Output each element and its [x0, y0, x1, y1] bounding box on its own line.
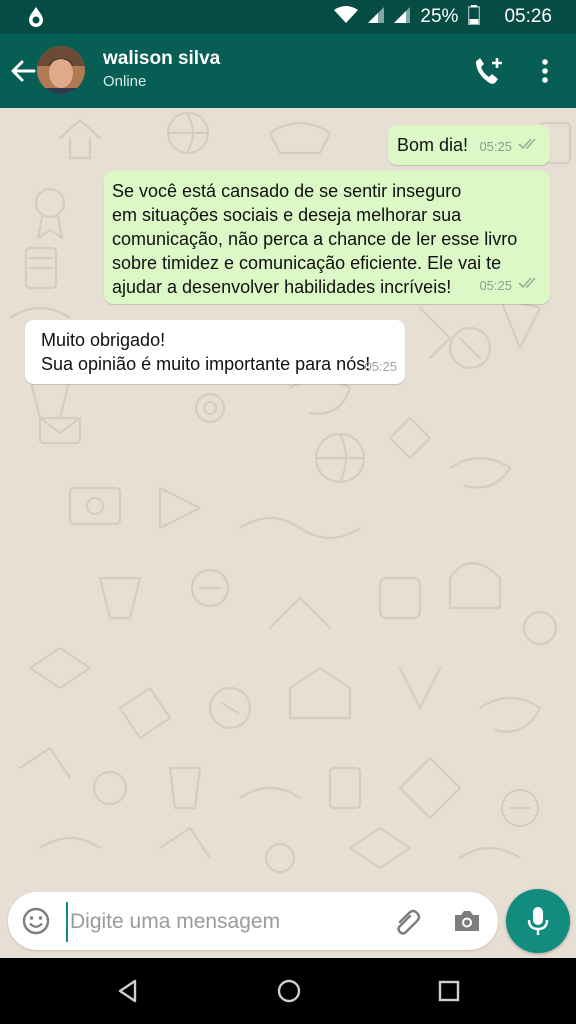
- avatar[interactable]: [37, 46, 85, 94]
- message-meta: 05:25: [479, 274, 540, 298]
- battery-icon: [468, 4, 481, 30]
- app-notification-icon: [26, 6, 46, 33]
- contact-status: Online: [103, 73, 147, 90]
- nav-home-icon[interactable]: [276, 978, 302, 1004]
- battery-percent: 25%: [420, 6, 459, 27]
- add-call-icon[interactable]: [471, 54, 507, 88]
- mic-icon: [527, 907, 549, 935]
- system-nav-bar: [0, 958, 576, 1024]
- message-meta: 05:25: [364, 355, 397, 379]
- double-check-icon: [518, 135, 540, 159]
- status-time: 05:26: [504, 6, 552, 27]
- chat-area[interactable]: Bom dia! 05:25 Se você está cansado de s…: [0, 108, 576, 888]
- mic-button[interactable]: [506, 889, 570, 953]
- attach-icon[interactable]: [392, 906, 422, 936]
- message-time: 05:25: [364, 359, 397, 374]
- message-composer: [8, 892, 498, 950]
- double-check-icon: [518, 274, 540, 298]
- message-text: Muito obrigado! Sua opinião é muito impo…: [41, 330, 371, 374]
- message-meta: 05:25: [479, 135, 540, 159]
- message-bubble-incoming[interactable]: Muito obrigado! Sua opinião é muito impo…: [25, 320, 405, 384]
- message-time: 05:25: [479, 139, 512, 154]
- message-text: Bom dia!: [397, 135, 469, 155]
- emoji-icon[interactable]: [21, 906, 51, 936]
- signal-icon: [368, 6, 385, 28]
- signal-icon: [394, 6, 411, 28]
- nav-back-icon[interactable]: [115, 978, 141, 1004]
- camera-icon[interactable]: [452, 907, 482, 935]
- message-time: 05:25: [479, 278, 512, 293]
- wifi-icon: [334, 5, 359, 29]
- back-arrow-icon[interactable]: [8, 56, 38, 86]
- message-bubble-outgoing[interactable]: Bom dia! 05:25: [388, 125, 550, 165]
- nav-recents-icon[interactable]: [437, 979, 461, 1003]
- status-bar: 25% 05:26: [0, 0, 576, 34]
- more-vert-icon[interactable]: [532, 54, 558, 88]
- chat-header: walison silva Online: [0, 34, 576, 108]
- message-input[interactable]: [66, 902, 392, 942]
- contact-name[interactable]: walison silva: [103, 48, 220, 70]
- message-bubble-outgoing[interactable]: Se você está cansado de se sentir insegu…: [104, 171, 550, 304]
